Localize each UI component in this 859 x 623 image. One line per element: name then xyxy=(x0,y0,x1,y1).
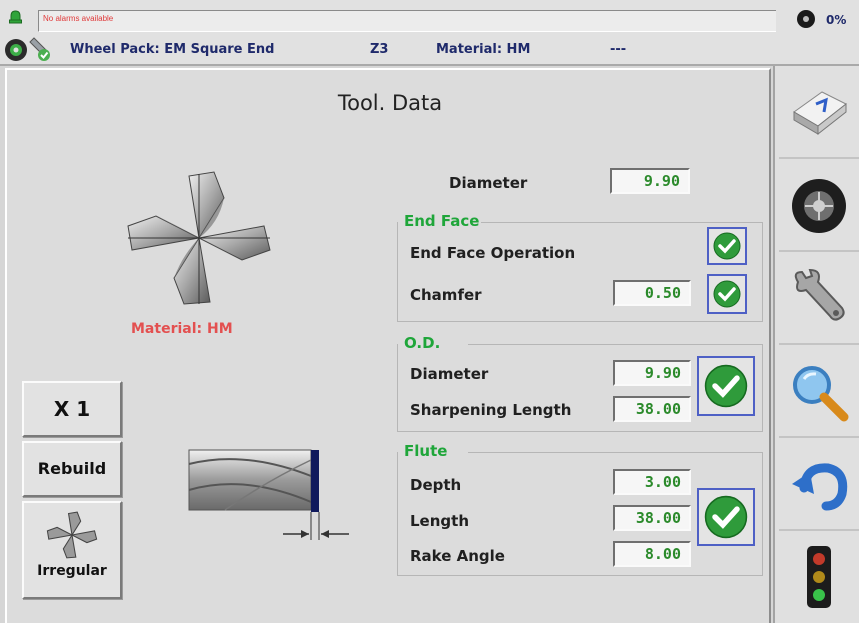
undo-icon xyxy=(792,462,848,510)
progress-disc-icon xyxy=(797,10,815,28)
od-checkbox[interactable] xyxy=(697,356,755,416)
checkmark-icon xyxy=(704,495,748,539)
tool-end-view-image xyxy=(127,171,271,305)
keyboard-button[interactable] xyxy=(779,68,859,159)
right-toolbar xyxy=(773,66,859,623)
traffic-light-button[interactable] xyxy=(779,533,859,621)
header-material-label: Material: HM xyxy=(436,42,531,57)
length-field[interactable]: 38.00 xyxy=(613,505,691,531)
magnifier-icon xyxy=(793,365,849,421)
traffic-light-icon xyxy=(807,546,831,608)
od-diameter-label: Diameter xyxy=(410,365,489,383)
status-bar: No alarms available 0% Wheel Pack: EM Sq… xyxy=(0,0,859,66)
multiplier-button[interactable]: X 1 xyxy=(22,381,122,437)
rake-angle-label: Rake Angle xyxy=(410,547,505,565)
keyboard-key-icon xyxy=(793,90,847,135)
diameter-field[interactable]: 9.90 xyxy=(610,168,690,194)
page-title: Tool. Data xyxy=(337,91,443,115)
wheel-pack-label: Wheel Pack: EM Square End xyxy=(70,42,275,57)
irregular-button[interactable]: Irregular xyxy=(22,501,122,599)
flute-title: Flute xyxy=(404,442,450,460)
irregular-endmill-icon xyxy=(46,511,98,559)
progress-percent: 0% xyxy=(826,13,847,27)
tool-data-panel: Tool. Data Material: HM Diameter 9.90 En… xyxy=(5,68,771,623)
wheel-icon xyxy=(792,178,846,233)
alarm-message: No alarms available xyxy=(43,14,114,23)
rebuild-button[interactable]: Rebuild xyxy=(22,441,122,497)
flute-checkbox[interactable] xyxy=(697,488,755,546)
material-label: Material: HM xyxy=(131,321,233,337)
wrench-icon xyxy=(794,268,845,321)
tool-side-view-image xyxy=(188,449,349,540)
sharpening-length-field[interactable]: 38.00 xyxy=(613,396,691,422)
checkmark-icon xyxy=(713,232,741,260)
alarm-message-field[interactable]: No alarms available xyxy=(38,10,776,32)
rake-angle-field[interactable]: 8.00 xyxy=(613,541,691,567)
header-extra-label: --- xyxy=(610,42,627,57)
depth-field[interactable]: 3.00 xyxy=(613,469,691,495)
depth-label: Depth xyxy=(410,476,462,494)
checkmark-icon xyxy=(713,280,741,308)
z-axis-label: Z3 xyxy=(370,42,389,57)
diameter-label: Diameter xyxy=(449,174,528,192)
length-label: Length xyxy=(410,512,469,530)
end-face-title: End Face xyxy=(404,212,482,230)
undo-button[interactable] xyxy=(779,440,859,531)
chamfer-label: Chamfer xyxy=(410,286,482,304)
end-face-operation-checkbox[interactable] xyxy=(707,227,747,265)
search-button[interactable] xyxy=(779,347,859,438)
wheel-button[interactable] xyxy=(779,161,859,252)
chamfer-checkbox[interactable] xyxy=(707,274,747,314)
od-title: O.D. xyxy=(404,334,443,352)
alarm-bell-icon xyxy=(9,10,22,24)
checkmark-icon xyxy=(704,364,748,408)
sharpening-length-label: Sharpening Length xyxy=(410,401,572,419)
od-diameter-field[interactable]: 9.90 xyxy=(613,360,691,386)
irregular-label: Irregular xyxy=(37,563,107,579)
gear-wrench-icon xyxy=(5,37,50,61)
end-face-operation-label: End Face Operation xyxy=(410,244,576,262)
chamfer-field[interactable]: 0.50 xyxy=(613,280,691,306)
wrench-button[interactable] xyxy=(779,254,859,345)
